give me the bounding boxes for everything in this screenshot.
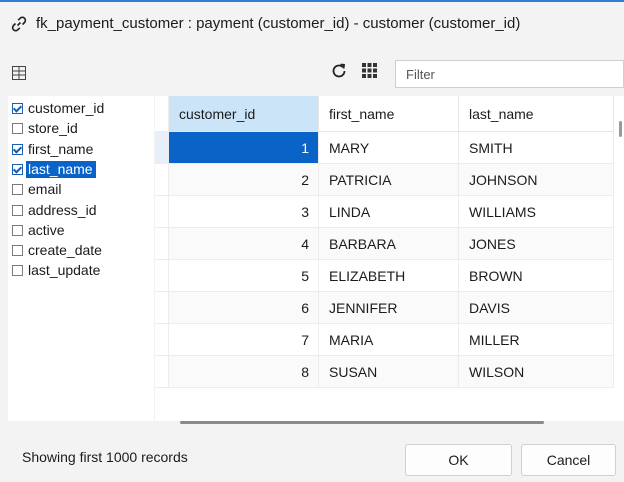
table-cell[interactable]: SMITH [459,132,614,164]
row-header[interactable] [155,164,169,196]
window-title: fk_payment_customer : payment (customer_… [36,15,521,32]
field-label: customer_id [28,100,105,116]
table-cell[interactable]: MILLER [459,324,614,356]
horizontal-scrollbar[interactable] [180,421,544,424]
field-label: create_date [28,242,102,259]
ok-button[interactable]: OK [405,444,512,476]
field-label: active [28,221,65,238]
field-label: email [28,181,62,198]
field-checkbox[interactable] [12,204,23,216]
table-cell[interactable]: 1 [169,132,319,164]
table-cell[interactable]: BROWN [459,260,614,292]
table-cell[interactable]: DAVIS [459,292,614,324]
table-cell[interactable]: BARBARA [319,228,459,260]
cancel-button[interactable]: Cancel [521,444,616,476]
filter-field[interactable] [395,60,624,88]
table-cell[interactable]: MARY [319,132,459,164]
field-item-store-id[interactable]: store_id [10,120,150,140]
field-item-first-name[interactable]: first_name [10,141,150,161]
table-cell[interactable]: 3 [169,196,319,228]
vertical-scrollbar[interactable] [619,121,622,137]
title-bar: fk_payment_customer : payment (customer_… [0,0,624,46]
field-checkbox[interactable] [12,265,23,277]
column-header-last-name[interactable]: last_name [459,96,614,132]
table-cell[interactable]: 8 [169,356,319,388]
column-header-first-name[interactable]: first_name [319,96,459,132]
link-icon [11,16,27,32]
table-cell[interactable]: SUSAN [319,356,459,388]
row-header[interactable] [155,324,169,356]
row-header[interactable] [155,260,169,292]
field-item-create-date[interactable]: create_date [10,242,150,262]
field-item-last-update[interactable]: last_update [10,262,150,282]
row-header[interactable] [155,356,169,388]
table-cell[interactable]: ELIZABETH [319,260,459,292]
field-item-address-id[interactable]: address_id [10,202,150,222]
table-cell[interactable]: JONES [459,228,614,260]
table-corner [155,96,169,132]
table-cell[interactable]: 5 [169,260,319,292]
table-cell[interactable]: JENNIFER [319,292,459,324]
field-label: address_id [28,201,97,218]
field-item-email[interactable]: email [10,181,150,201]
field-item-customer-id[interactable]: customer_id [10,100,150,120]
data-table: customer_id first_name last_name 1 MARY SMITH… [155,96,624,421]
field-checkbox[interactable] [12,143,23,155]
row-header[interactable] [155,196,169,228]
row-header[interactable] [155,292,169,324]
status-text: Showing first 1000 records [22,449,188,465]
field-checkbox[interactable] [12,123,23,135]
row-header[interactable] [155,228,169,260]
field-list: customer_id store_id first_name last_nameem… [8,96,154,421]
row-header[interactable] [155,132,169,164]
field-checkbox[interactable] [12,224,23,236]
table-cell[interactable]: LINDA [319,196,459,228]
table-cell[interactable]: 4 [169,228,319,260]
table-cell[interactable]: 2 [169,164,319,196]
column-header-customer-id[interactable]: customer_id [169,96,319,132]
table-cell[interactable]: 7 [169,324,319,356]
field-checkbox[interactable] [12,184,23,196]
grid-view-icon[interactable] [362,63,377,78]
field-label: first_name [28,140,94,157]
field-item-active[interactable]: active [10,222,150,242]
field-label: last_update [28,262,101,279]
filter-input[interactable] [396,61,623,87]
field-checkbox[interactable] [12,163,23,175]
field-label: store_id [28,120,78,137]
field-checkbox[interactable] [12,103,23,114]
field-item-last-name[interactable]: last_name [10,160,150,181]
table-cell[interactable]: JOHNSON [459,164,614,196]
table-cell[interactable]: MARIA [319,324,459,356]
table-cell[interactable]: WILSON [459,356,614,388]
table-cell[interactable]: PATRICIA [319,164,459,196]
refresh-icon[interactable] [330,62,348,80]
columns-icon[interactable] [12,66,26,80]
table-cell[interactable]: 6 [169,292,319,324]
field-checkbox[interactable] [12,245,23,257]
field-label: last_name [26,160,96,178]
table-cell[interactable]: WILLIAMS [459,196,614,228]
